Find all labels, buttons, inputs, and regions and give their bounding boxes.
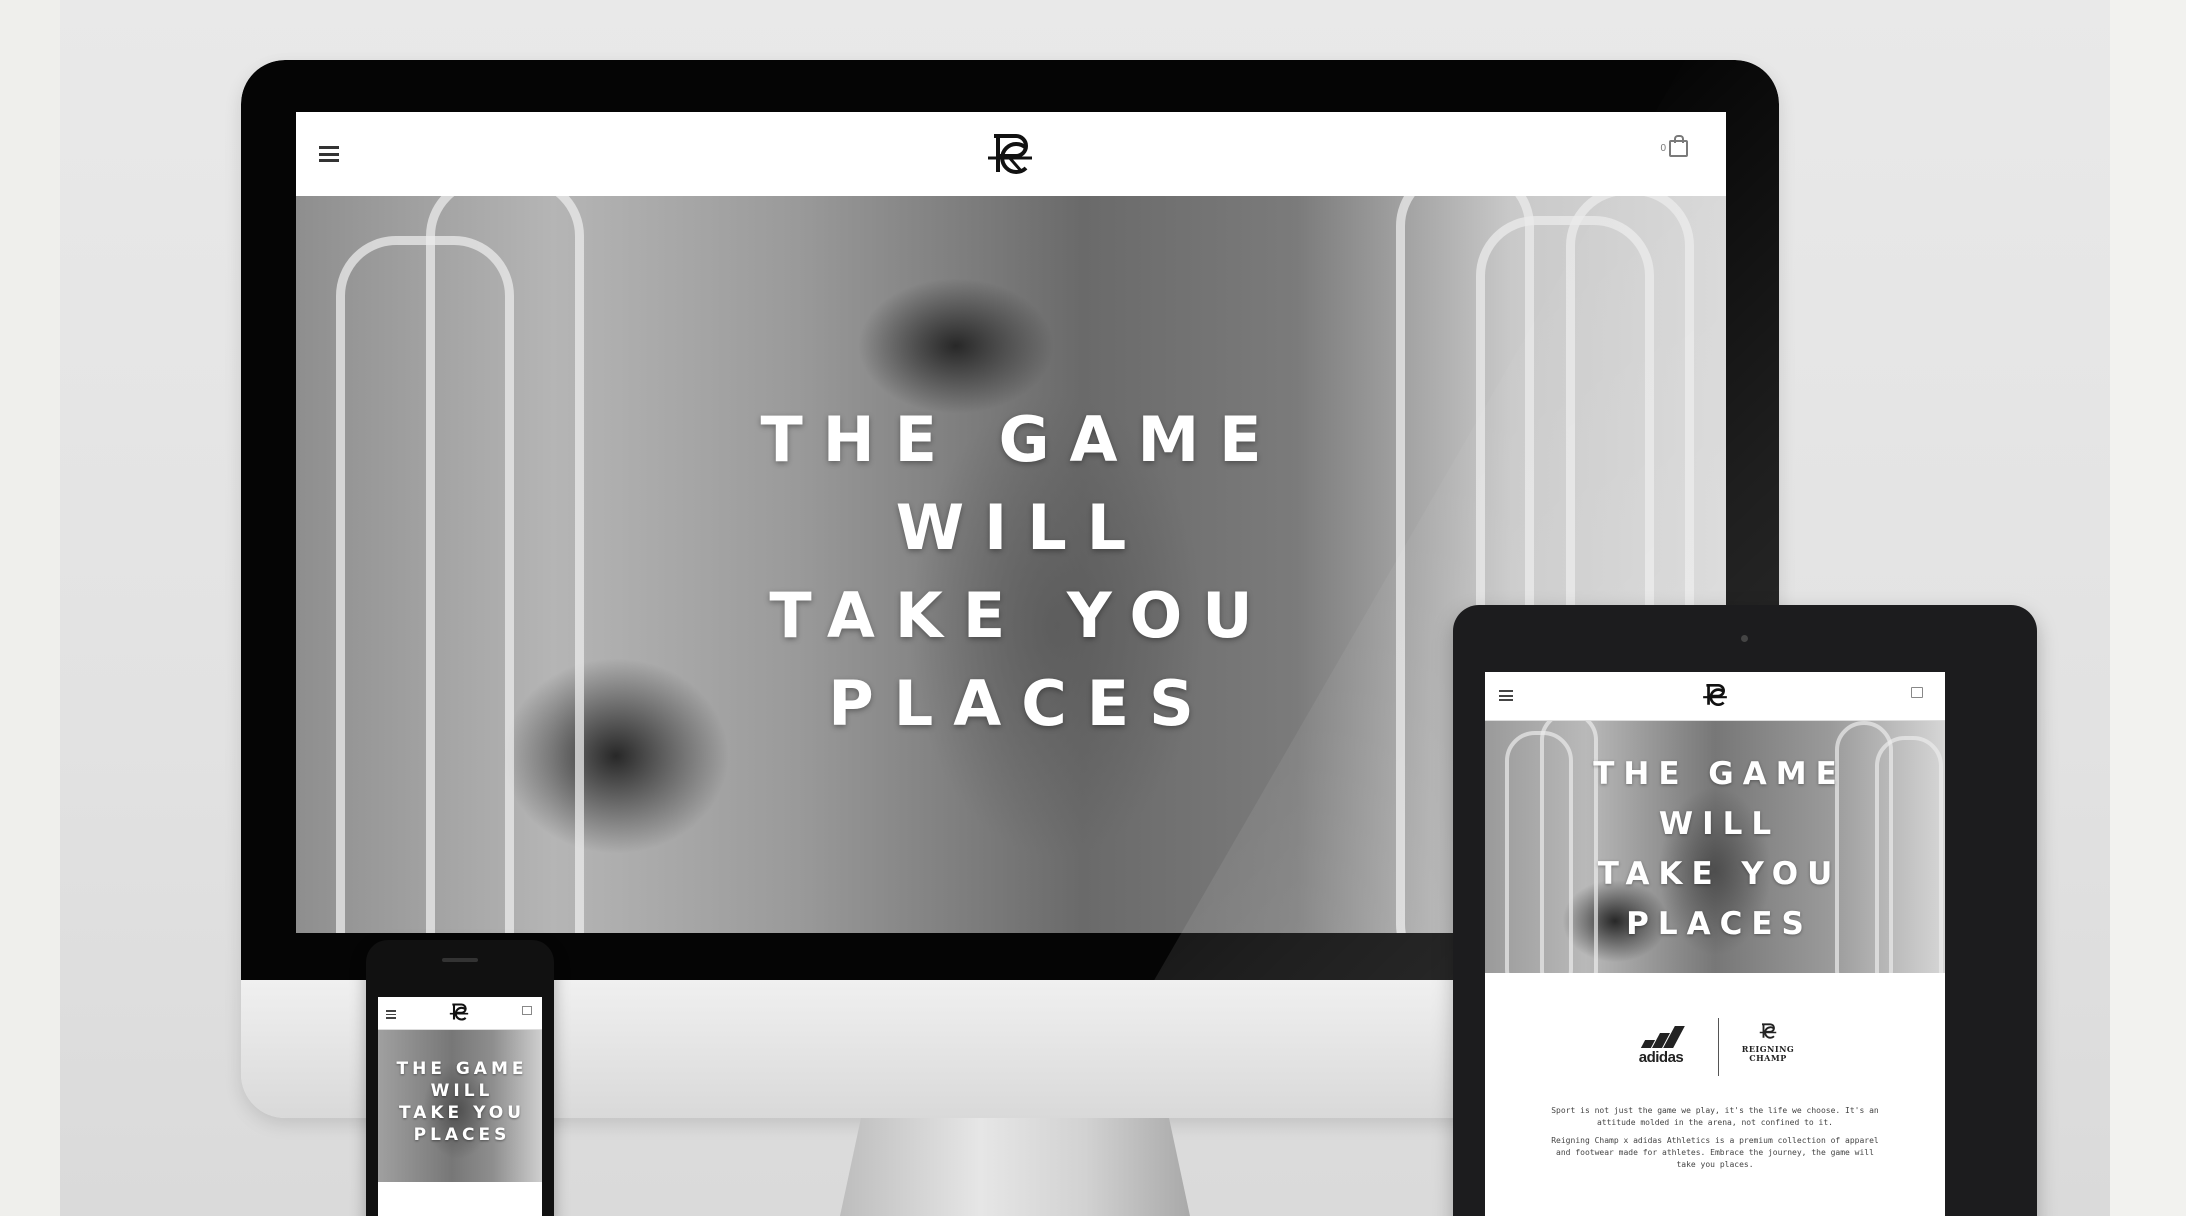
tablet-site-header xyxy=(1485,672,1945,721)
backdrop-right-edge xyxy=(2110,0,2186,1216)
hero-line: WILL xyxy=(430,1081,494,1101)
site-header: 0 xyxy=(296,112,1726,197)
adidas-logo-icon xyxy=(1639,1026,1685,1048)
hero-line: WILL xyxy=(895,491,1147,564)
tablet-hero-banner: THE GAME WILL TAKE YOU PLACES xyxy=(1485,721,1945,973)
monitor-stand xyxy=(840,1118,1190,1216)
backdrop-left-edge xyxy=(0,0,60,1216)
reigning-champ-logo: REIGNING CHAMP xyxy=(1733,1022,1803,1063)
phone-hero-headline: THE GAME WILL TAKE YOU PLACES xyxy=(378,1058,542,1146)
cart-count: 0 xyxy=(1660,143,1666,154)
intro-paragraph: Reigning Champ x adidas Athletics is a p… xyxy=(1551,1136,1879,1169)
rc-logo-icon[interactable] xyxy=(448,1002,470,1022)
shopping-bag-icon[interactable] xyxy=(1911,687,1923,698)
tablet-hero-headline: THE GAME WILL TAKE YOU PLACES xyxy=(1485,749,1945,949)
cobrand-logos: adidas REIGNING CHAMP xyxy=(1485,1018,1945,1078)
phone-device: THE GAME WILL TAKE YOU PLACES xyxy=(366,940,554,1216)
phone-speaker xyxy=(442,958,478,962)
hero-line: THE GAME xyxy=(760,403,1282,476)
menu-icon[interactable] xyxy=(319,146,339,162)
logo-divider xyxy=(1718,1018,1719,1076)
device-mockup-stage: 0 THE GAME WILL TAKE YOU PLACES THE GAME… xyxy=(60,0,2110,1216)
shopping-bag-icon xyxy=(1669,135,1688,157)
menu-icon[interactable] xyxy=(386,1010,396,1019)
rc-wordmark-line2: CHAMP xyxy=(1749,1053,1787,1063)
tablet-device: THE GAME WILL TAKE YOU PLACES adidas REI… xyxy=(1453,605,2037,1216)
rc-logo-icon[interactable] xyxy=(984,130,1036,178)
adidas-logo: adidas xyxy=(1631,1026,1691,1066)
cart-button[interactable]: 0 xyxy=(1660,135,1688,157)
hero-line: THE GAME xyxy=(396,1059,528,1079)
tablet-camera xyxy=(1741,635,1748,642)
hero-line: PLACES xyxy=(413,1125,511,1145)
intro-copy: Sport is not just the game we play, it's… xyxy=(1547,1105,1883,1177)
shopping-bag-icon[interactable] xyxy=(522,1006,532,1015)
hero-line: THE GAME xyxy=(1593,756,1846,792)
menu-icon[interactable] xyxy=(1499,690,1513,701)
hero-line: PLACES xyxy=(1626,906,1813,942)
hero-line: TAKE YOU xyxy=(1597,856,1842,892)
phone-hero-banner: THE GAME WILL TAKE YOU PLACES xyxy=(378,1030,542,1182)
tablet-screen: THE GAME WILL TAKE YOU PLACES adidas REI… xyxy=(1485,672,1945,1216)
rc-logo-icon[interactable] xyxy=(1701,682,1729,708)
adidas-wordmark: adidas xyxy=(1638,1049,1684,1066)
hero-line: TAKE YOU xyxy=(398,1103,526,1123)
hero-line: WILL xyxy=(1658,806,1781,842)
phone-screen: THE GAME WILL TAKE YOU PLACES xyxy=(378,997,542,1216)
phone-site-header xyxy=(378,997,542,1030)
intro-paragraph: Sport is not just the game we play, it's… xyxy=(1551,1106,1879,1127)
rc-logo-icon xyxy=(1759,1023,1777,1039)
